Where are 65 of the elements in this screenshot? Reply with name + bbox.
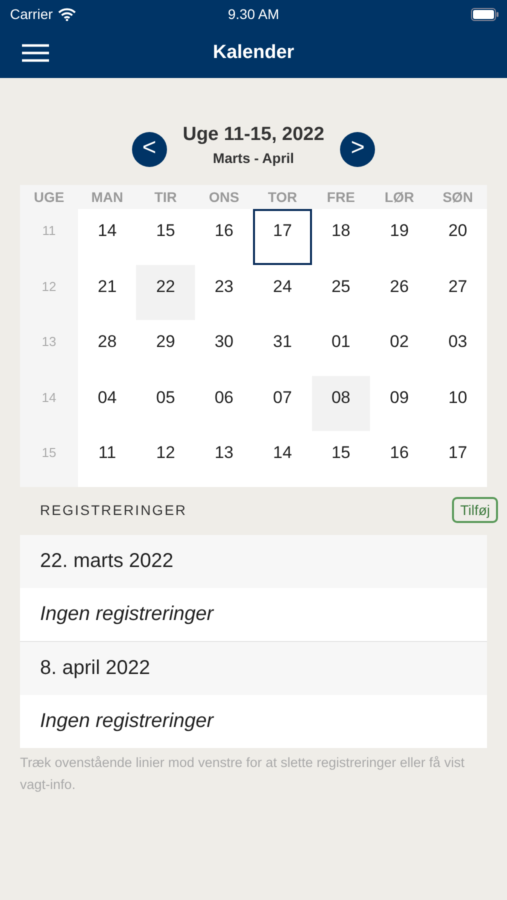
month-range-label: Marts - April — [212, 150, 294, 166]
battery-icon — [471, 8, 499, 20]
week-number: 12 — [20, 264, 78, 320]
calendar-day[interactable]: 17 — [253, 209, 312, 264]
weekday-header: TOR — [253, 185, 312, 209]
calendar-day[interactable]: 22 — [136, 264, 195, 320]
weekday-header: FRE — [312, 185, 370, 209]
calendar-day[interactable]: 21 — [78, 264, 136, 320]
carrier-label: Carrier — [10, 6, 53, 22]
calendar-day[interactable]: 03 — [428, 320, 487, 376]
week-column-header: UGE — [20, 185, 78, 209]
calendar-day[interactable]: 10 — [428, 376, 487, 431]
calendar-day[interactable]: 01 — [312, 320, 370, 376]
calendar-day[interactable]: 18 — [312, 209, 370, 264]
calendar-day[interactable]: 04 — [78, 376, 136, 431]
calendar-day[interactable]: 23 — [194, 264, 254, 320]
calendar-day[interactable]: 31 — [253, 320, 312, 376]
calendar-day[interactable]: 12 — [136, 431, 195, 486]
calendar-day[interactable]: 24 — [253, 264, 312, 320]
calendar-day[interactable]: 30 — [194, 320, 254, 376]
date-header: 22. marts 2022 — [20, 534, 487, 588]
wifi-icon — [58, 8, 76, 20]
previous-button[interactable]: < — [132, 132, 167, 167]
calendar-day[interactable]: 14 — [253, 431, 312, 486]
calendar-day[interactable]: 06 — [194, 376, 254, 431]
hint-text: Træk ovenstående linier mod venstre for at slette registreringer eller få vist vagt-info. — [20, 754, 466, 794]
calendar-day[interactable]: 16 — [194, 209, 254, 264]
calendar-day[interactable]: 02 — [370, 320, 429, 376]
calendar-day[interactable]: 14 — [78, 209, 136, 264]
calendar-day[interactable]: 08 — [312, 376, 370, 431]
weekday-header: SØN — [428, 185, 487, 209]
section-heading: REGISTRERINGER — [40, 502, 188, 518]
calendar-day[interactable]: 13 — [194, 431, 254, 486]
status-time: 9.30 AM — [228, 6, 280, 22]
calendar-day[interactable]: 27 — [428, 264, 487, 320]
calendar-day[interactable]: 07 — [253, 376, 312, 431]
calendar-day[interactable]: 16 — [370, 431, 429, 486]
calendar-day[interactable]: 25 — [312, 264, 370, 320]
week-number: 14 — [20, 376, 78, 431]
calendar-day[interactable]: 20 — [428, 209, 487, 264]
calendar-day[interactable]: 15 — [136, 209, 195, 264]
calendar-day[interactable]: 19 — [370, 209, 429, 264]
calendar-day[interactable]: 17 — [428, 431, 487, 486]
week-range-title: Uge 11-15, 2022 — [182, 124, 324, 146]
week-number: 15 — [20, 431, 78, 486]
registration-row[interactable]: Ingen registreringer — [20, 588, 487, 642]
menu-icon[interactable] — [22, 44, 49, 62]
calendar-day[interactable]: 15 — [312, 431, 370, 486]
calendar-day[interactable]: 11 — [78, 431, 136, 486]
calendar-day[interactable]: 09 — [370, 376, 429, 431]
calendar-day[interactable]: 28 — [78, 320, 136, 376]
calendar-day[interactable]: 05 — [136, 376, 195, 431]
weekday-header: TIR — [136, 185, 195, 209]
weekday-header: LØR — [370, 185, 429, 209]
add-button[interactable]: Tilføj — [452, 496, 498, 522]
date-header: 8. april 2022 — [20, 642, 487, 694]
weekday-header: MAN — [78, 185, 136, 209]
screen-title: Kalender — [212, 42, 294, 64]
week-number: 13 — [20, 320, 78, 376]
registration-row[interactable]: Ingen registreringer — [20, 694, 487, 748]
weekday-header: ONS — [194, 185, 254, 209]
calendar-day[interactable]: 29 — [136, 320, 195, 376]
next-button[interactable]: > — [340, 132, 376, 167]
week-number: 11 — [20, 209, 78, 264]
calendar-day[interactable]: 26 — [370, 264, 429, 320]
